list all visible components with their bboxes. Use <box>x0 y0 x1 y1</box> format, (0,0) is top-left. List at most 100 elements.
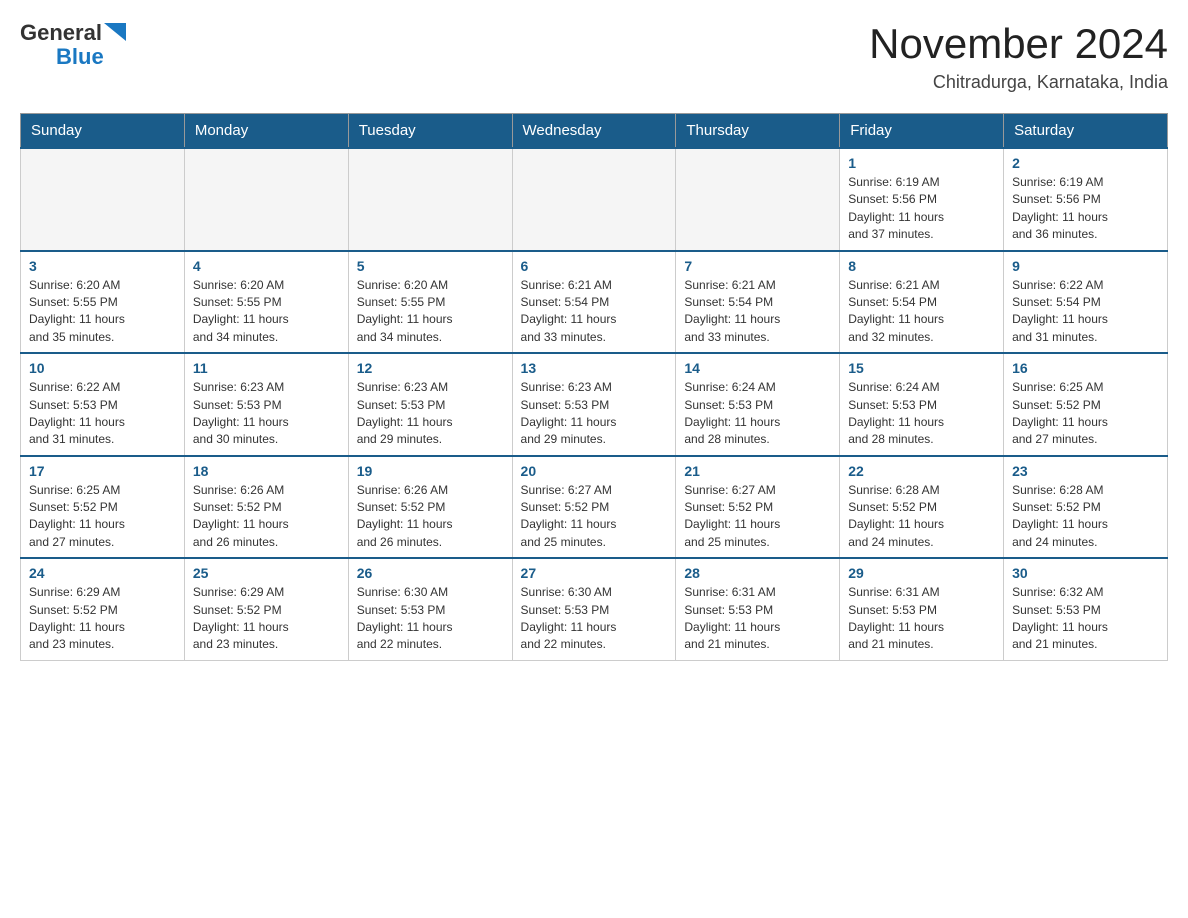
calendar-cell <box>184 148 348 251</box>
logo-arrow-icon <box>104 23 126 45</box>
calendar-cell: 13 Sunrise: 6:23 AM Sunset: 5:53 PM Dayli… <box>512 353 676 456</box>
calendar-cell <box>21 148 185 251</box>
day-number: 21 <box>684 463 831 479</box>
day-info: Sunrise: 6:21 AM Sunset: 5:54 PM Dayligh… <box>684 277 831 347</box>
week-row-3: 10Sunrise: 6:22 AM Sunset: 5:53 PM Dayli… <box>21 353 1168 456</box>
day-info: Sunrise: 6:28 AM Sunset: 5:52 PM Dayligh… <box>1012 482 1159 552</box>
week-row-1: 1 Sunrise: 6:19 AM Sunset: 5:56 PM Daylig… <box>21 148 1168 251</box>
calendar-cell: 4 Sunrise: 6:20 AM Sunset: 5:55 PM Daylig… <box>184 251 348 354</box>
day-info: Sunrise: 6:27 AM Sunset: 5:52 PM Dayligh… <box>521 482 668 552</box>
day-number: 15 <box>848 360 995 376</box>
day-info: Sunrise: 6:21 AM Sunset: 5:54 PM Dayligh… <box>848 277 995 347</box>
month-title: November 2024 <box>869 20 1168 68</box>
calendar-header-wednesday: Wednesday <box>512 114 676 149</box>
calendar-header-row: SundayMondayTuesdayWednesdayThursdayFrid… <box>21 114 1168 149</box>
day-number: 6 <box>521 258 668 274</box>
calendar-cell: 10Sunrise: 6:22 AM Sunset: 5:53 PM Dayli… <box>21 353 185 456</box>
calendar-table: SundayMondayTuesdayWednesdayThursdayFrid… <box>20 113 1168 661</box>
day-number: 5 <box>357 258 504 274</box>
day-info: Sunrise: 6:20 AM Sunset: 5:55 PM Dayligh… <box>193 277 340 347</box>
calendar-cell: 26Sunrise: 6:30 AM Sunset: 5:53 PM Dayli… <box>348 558 512 660</box>
day-number: 2 <box>1012 155 1159 171</box>
day-number: 9 <box>1012 258 1159 274</box>
day-number: 29 <box>848 565 995 581</box>
day-info: Sunrise: 6:31 AM Sunset: 5:53 PM Dayligh… <box>684 584 831 654</box>
day-info: Sunrise: 6:23 AM Sunset: 5:53 PM Dayligh… <box>521 379 668 449</box>
day-info: Sunrise: 6:19 AM Sunset: 5:56 PM Dayligh… <box>848 174 995 244</box>
calendar-cell <box>676 148 840 251</box>
calendar-cell: 25 Sunrise: 6:29 AM Sunset: 5:52 PM Dayli… <box>184 558 348 660</box>
day-info: Sunrise: 6:24 AM Sunset: 5:53 PM Dayligh… <box>848 379 995 449</box>
logo: General Blue <box>20 20 126 70</box>
page-header: General Blue November 2024 Chitradurga, … <box>20 20 1168 93</box>
calendar-cell: 12Sunrise: 6:23 AM Sunset: 5:53 PM Dayli… <box>348 353 512 456</box>
day-info: Sunrise: 6:28 AM Sunset: 5:52 PM Dayligh… <box>848 482 995 552</box>
week-row-5: 24 Sunrise: 6:29 AM Sunset: 5:52 PM Dayli… <box>21 558 1168 660</box>
day-info: Sunrise: 6:32 AM Sunset: 5:53 PM Dayligh… <box>1012 584 1159 654</box>
day-number: 24 <box>29 565 176 581</box>
day-info: Sunrise: 6:30 AM Sunset: 5:53 PM Dayligh… <box>521 584 668 654</box>
calendar-header-friday: Friday <box>840 114 1004 149</box>
day-number: 26 <box>357 565 504 581</box>
calendar-cell <box>348 148 512 251</box>
day-number: 17 <box>29 463 176 479</box>
day-number: 4 <box>193 258 340 274</box>
calendar-cell: 6 Sunrise: 6:21 AM Sunset: 5:54 PM Daylig… <box>512 251 676 354</box>
day-number: 27 <box>521 565 668 581</box>
day-number: 18 <box>193 463 340 479</box>
week-row-2: 3Sunrise: 6:20 AM Sunset: 5:55 PM Daylig… <box>21 251 1168 354</box>
calendar-cell: 22Sunrise: 6:28 AM Sunset: 5:52 PM Dayli… <box>840 456 1004 559</box>
logo-general: General <box>20 20 102 46</box>
day-info: Sunrise: 6:25 AM Sunset: 5:52 PM Dayligh… <box>1012 379 1159 449</box>
day-number: 20 <box>521 463 668 479</box>
logo-blue: Blue <box>56 44 104 70</box>
day-info: Sunrise: 6:22 AM Sunset: 5:54 PM Dayligh… <box>1012 277 1159 347</box>
day-number: 23 <box>1012 463 1159 479</box>
day-number: 1 <box>848 155 995 171</box>
day-number: 11 <box>193 360 340 376</box>
day-number: 25 <box>193 565 340 581</box>
calendar-cell: 23 Sunrise: 6:28 AM Sunset: 5:52 PM Dayli… <box>1004 456 1168 559</box>
day-info: Sunrise: 6:19 AM Sunset: 5:56 PM Dayligh… <box>1012 174 1159 244</box>
calendar-cell: 20 Sunrise: 6:27 AM Sunset: 5:52 PM Dayli… <box>512 456 676 559</box>
day-info: Sunrise: 6:26 AM Sunset: 5:52 PM Dayligh… <box>357 482 504 552</box>
title-section: November 2024 Chitradurga, Karnataka, In… <box>869 20 1168 93</box>
calendar-cell: 30 Sunrise: 6:32 AM Sunset: 5:53 PM Dayli… <box>1004 558 1168 660</box>
day-number: 12 <box>357 360 504 376</box>
calendar-cell: 28 Sunrise: 6:31 AM Sunset: 5:53 PM Dayli… <box>676 558 840 660</box>
day-info: Sunrise: 6:21 AM Sunset: 5:54 PM Dayligh… <box>521 277 668 347</box>
calendar-header-monday: Monday <box>184 114 348 149</box>
day-info: Sunrise: 6:29 AM Sunset: 5:52 PM Dayligh… <box>29 584 176 654</box>
calendar-cell: 16 Sunrise: 6:25 AM Sunset: 5:52 PM Dayli… <box>1004 353 1168 456</box>
day-info: Sunrise: 6:25 AM Sunset: 5:52 PM Dayligh… <box>29 482 176 552</box>
calendar-cell: 3Sunrise: 6:20 AM Sunset: 5:55 PM Daylig… <box>21 251 185 354</box>
day-info: Sunrise: 6:27 AM Sunset: 5:52 PM Dayligh… <box>684 482 831 552</box>
calendar-header-thursday: Thursday <box>676 114 840 149</box>
day-number: 19 <box>357 463 504 479</box>
calendar-header-saturday: Saturday <box>1004 114 1168 149</box>
calendar-cell: 17 Sunrise: 6:25 AM Sunset: 5:52 PM Dayli… <box>21 456 185 559</box>
day-number: 7 <box>684 258 831 274</box>
day-info: Sunrise: 6:29 AM Sunset: 5:52 PM Dayligh… <box>193 584 340 654</box>
calendar-cell: 15 Sunrise: 6:24 AM Sunset: 5:53 PM Dayli… <box>840 353 1004 456</box>
calendar-cell: 8 Sunrise: 6:21 AM Sunset: 5:54 PM Daylig… <box>840 251 1004 354</box>
day-number: 13 <box>521 360 668 376</box>
day-info: Sunrise: 6:20 AM Sunset: 5:55 PM Dayligh… <box>357 277 504 347</box>
day-info: Sunrise: 6:26 AM Sunset: 5:52 PM Dayligh… <box>193 482 340 552</box>
calendar-cell <box>512 148 676 251</box>
calendar-cell: 5 Sunrise: 6:20 AM Sunset: 5:55 PM Daylig… <box>348 251 512 354</box>
location-subtitle: Chitradurga, Karnataka, India <box>869 72 1168 93</box>
day-number: 16 <box>1012 360 1159 376</box>
day-number: 30 <box>1012 565 1159 581</box>
calendar-cell: 9 Sunrise: 6:22 AM Sunset: 5:54 PM Daylig… <box>1004 251 1168 354</box>
calendar-cell: 11 Sunrise: 6:23 AM Sunset: 5:53 PM Dayli… <box>184 353 348 456</box>
day-number: 10 <box>29 360 176 376</box>
day-info: Sunrise: 6:31 AM Sunset: 5:53 PM Dayligh… <box>848 584 995 654</box>
calendar-header-sunday: Sunday <box>21 114 185 149</box>
day-number: 8 <box>848 258 995 274</box>
day-info: Sunrise: 6:20 AM Sunset: 5:55 PM Dayligh… <box>29 277 176 347</box>
calendar-cell: 7 Sunrise: 6:21 AM Sunset: 5:54 PM Daylig… <box>676 251 840 354</box>
day-number: 28 <box>684 565 831 581</box>
day-info: Sunrise: 6:23 AM Sunset: 5:53 PM Dayligh… <box>193 379 340 449</box>
calendar-cell: 29 Sunrise: 6:31 AM Sunset: 5:53 PM Dayli… <box>840 558 1004 660</box>
